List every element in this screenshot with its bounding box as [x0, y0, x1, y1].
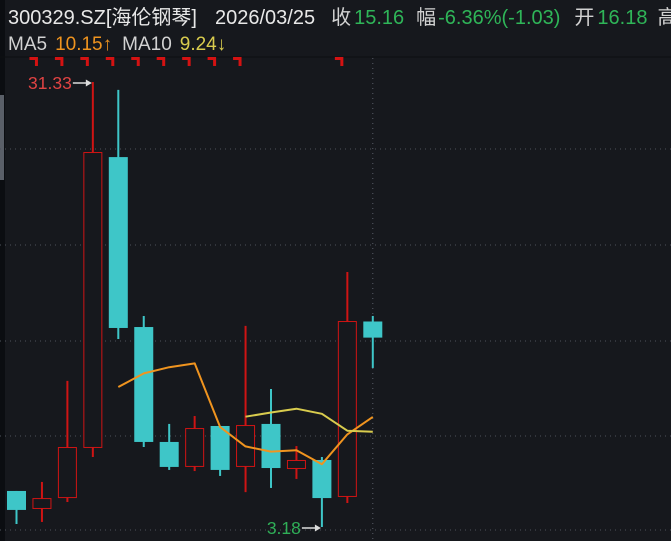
annotation-arrow-head	[85, 79, 92, 87]
candle[interactable]	[108, 89, 128, 340]
left-edge-strip	[0, 0, 5, 541]
event-flag-icon[interactable]	[233, 57, 242, 66]
candle-body-up	[32, 498, 52, 509]
candle[interactable]	[261, 388, 281, 488]
event-flag-icon[interactable]	[334, 57, 344, 66]
candle[interactable]	[159, 423, 179, 470]
candle-body-up	[83, 152, 103, 448]
candle[interactable]	[185, 416, 205, 472]
candle-body-down	[363, 321, 383, 338]
event-flag-icon[interactable]	[131, 57, 140, 66]
candle[interactable]	[236, 325, 256, 493]
candle-body-up	[337, 321, 357, 497]
candle-body-down	[108, 157, 128, 328]
price-annotation: 31.33	[28, 73, 72, 93]
candle[interactable]	[210, 425, 230, 476]
event-flag-icon[interactable]	[105, 57, 115, 66]
candle[interactable]	[83, 82, 103, 457]
left-edge-thumb	[0, 95, 4, 180]
candle[interactable]	[57, 380, 77, 503]
candle[interactable]	[363, 315, 383, 368]
event-flag-icon[interactable]	[207, 57, 217, 66]
candle[interactable]	[337, 272, 357, 503]
stock-app-window: { "header": { "symbol": "300329.SZ[海伦钢琴]…	[0, 0, 671, 541]
candle-body-up	[57, 447, 77, 499]
event-flag-icon[interactable]	[80, 57, 89, 66]
event-flag-icon[interactable]	[29, 57, 38, 66]
price-annotation: 3.18	[267, 518, 301, 538]
kline-chart[interactable]: 31.33 3.18	[0, 0, 671, 541]
candle-body-down	[7, 490, 26, 510]
candle-body-up	[185, 428, 205, 467]
candle-body-down	[159, 441, 179, 467]
candle[interactable]	[312, 456, 332, 527]
event-flag-icon[interactable]	[54, 57, 64, 66]
candle[interactable]	[134, 315, 154, 448]
candle[interactable]	[32, 481, 52, 522]
candle-body-up	[286, 459, 306, 469]
candle-body-down	[261, 423, 281, 469]
candle-body-down	[312, 459, 332, 499]
candle[interactable]	[7, 490, 26, 524]
event-flag-icon[interactable]	[182, 57, 191, 66]
event-flag-icon[interactable]	[156, 57, 166, 66]
candle-body-down	[134, 327, 154, 442]
